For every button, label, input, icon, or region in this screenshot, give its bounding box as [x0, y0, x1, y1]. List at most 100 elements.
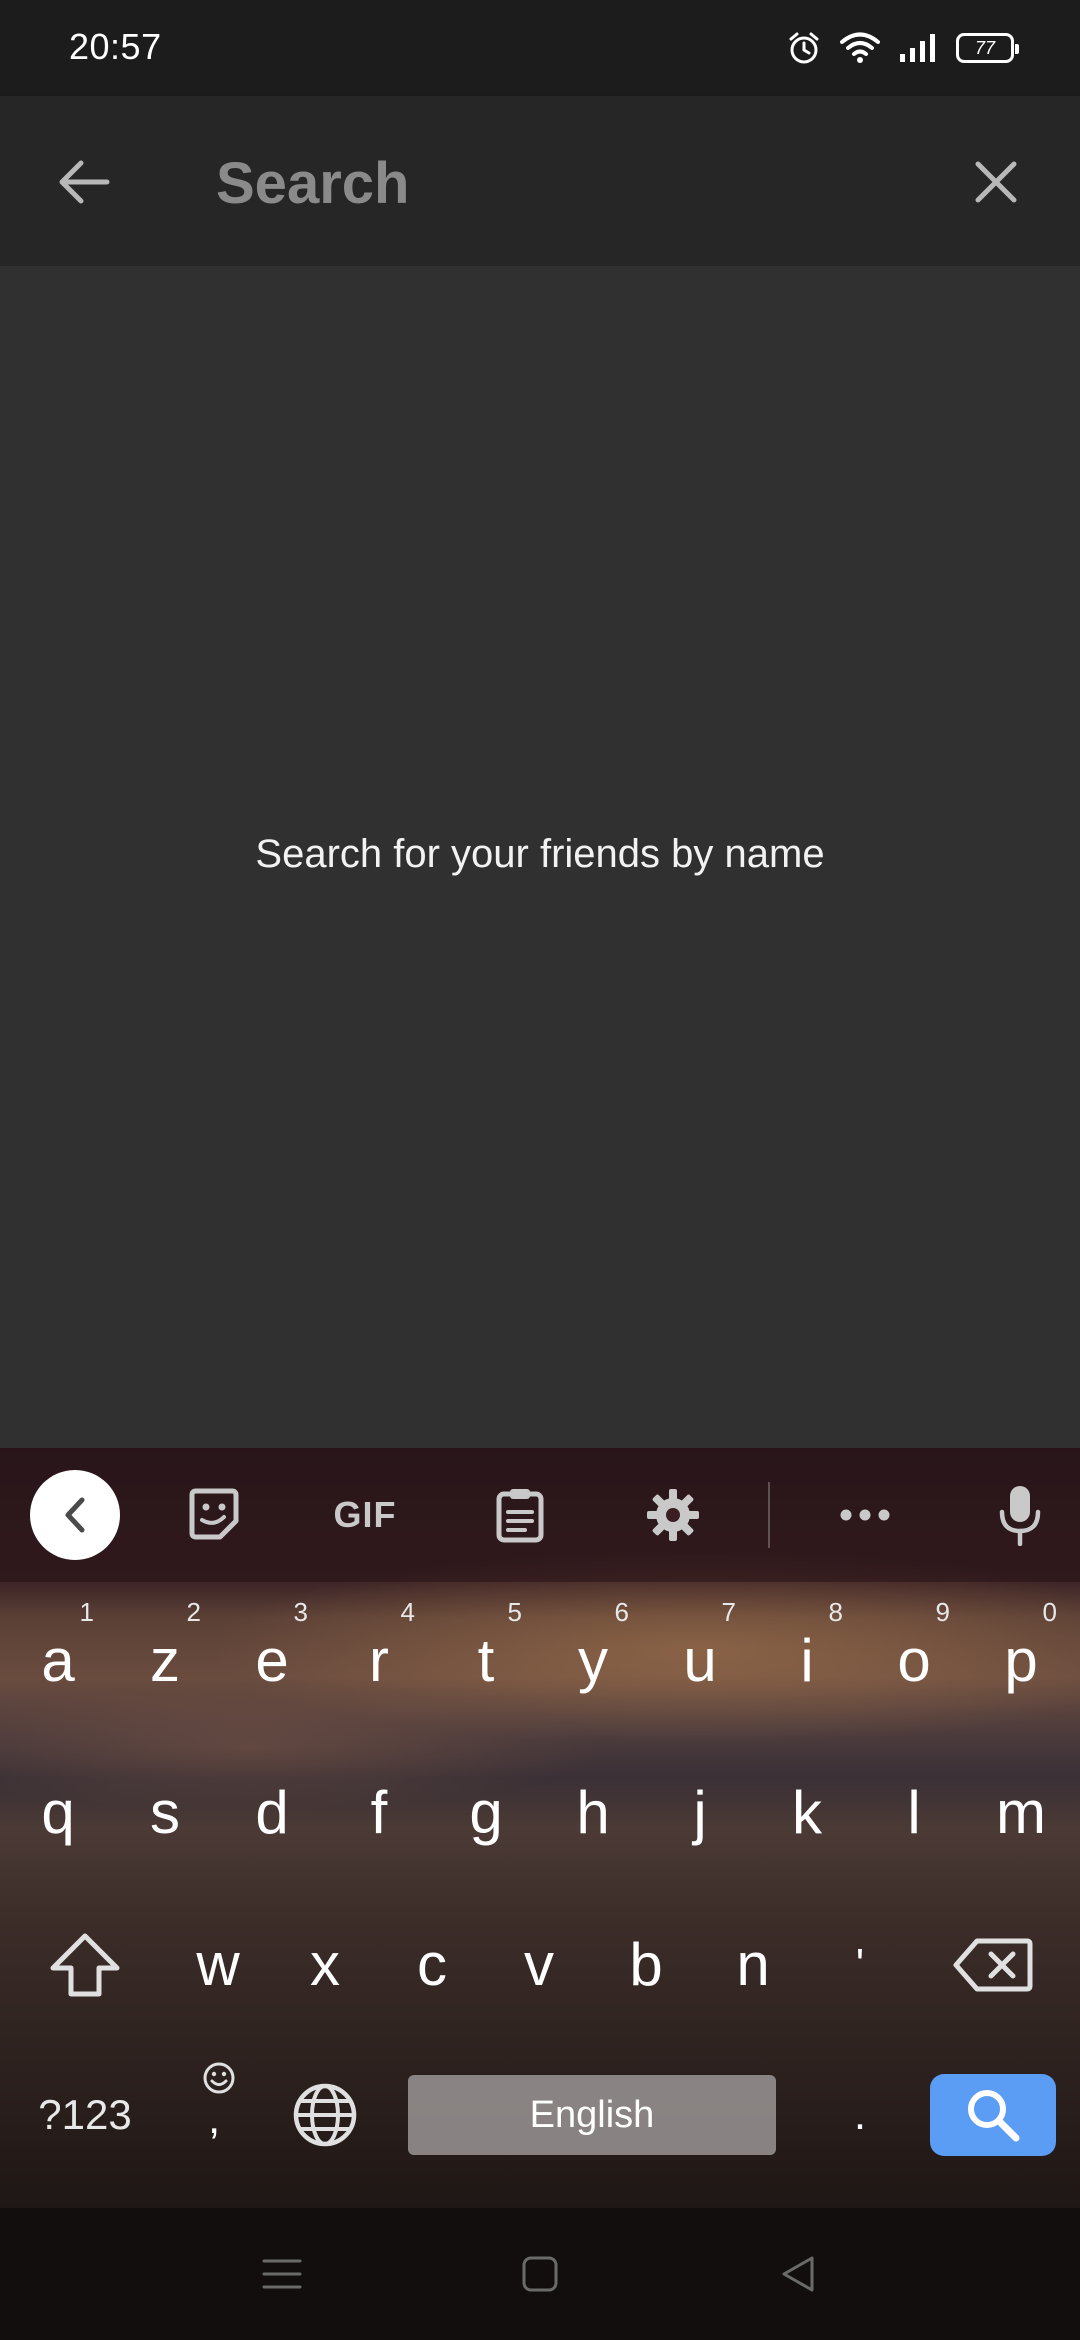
key-label: x	[310, 1931, 340, 1998]
key-label: p	[1004, 1627, 1038, 1694]
system-back-button[interactable]	[762, 2238, 834, 2310]
key-hint: 0	[1042, 1597, 1057, 1627]
keyboard-collapse-button[interactable]	[30, 1470, 120, 1560]
backspace-key[interactable]	[930, 1895, 1056, 2035]
key-d[interactable]: d	[222, 1743, 322, 1883]
key-v[interactable]: v	[489, 1895, 589, 2035]
key-label: n	[736, 1931, 770, 1998]
key-label: b	[629, 1931, 663, 1998]
language-key[interactable]	[275, 2045, 375, 2185]
key-hint: 2	[186, 1597, 201, 1627]
globe-icon	[293, 2083, 357, 2147]
key-hint: 3	[293, 1597, 308, 1627]
key-s[interactable]: s	[115, 1743, 215, 1883]
more-button[interactable]	[820, 1470, 910, 1560]
menu-icon	[262, 2259, 302, 2289]
key-hint: 7	[721, 1597, 736, 1627]
shift-icon	[50, 1933, 120, 1997]
key-g[interactable]: g	[436, 1743, 536, 1883]
key-label: z	[150, 1627, 180, 1694]
key-b[interactable]: b	[596, 1895, 696, 2035]
key-m[interactable]: m	[971, 1743, 1071, 1883]
key-i[interactable]: 8i	[757, 1591, 857, 1731]
gif-button[interactable]: GIF	[320, 1470, 410, 1560]
key-hint: 5	[507, 1597, 522, 1627]
key-label: r	[369, 1627, 389, 1694]
key-label: d	[255, 1779, 289, 1846]
key-label: m	[996, 1779, 1046, 1846]
key-hint: 6	[614, 1597, 629, 1627]
key-a[interactable]: 1a	[8, 1591, 108, 1731]
key-z[interactable]: 2z	[115, 1591, 215, 1731]
battery-icon: 77	[956, 33, 1019, 63]
key-label: k	[792, 1779, 822, 1846]
back-button[interactable]	[42, 140, 126, 224]
voice-input-button[interactable]	[975, 1470, 1065, 1560]
key-r[interactable]: 4r	[329, 1591, 429, 1731]
key-x[interactable]: x	[275, 1895, 375, 2035]
period-key[interactable]: .	[810, 2045, 910, 2185]
keyboard: GIF 1 a 2 z 3 e 4 r 5 t 6 y 7 u 8 i 9 o …	[0, 1448, 1080, 2208]
shift-key[interactable]	[20, 1895, 150, 2035]
key-label: f	[370, 1779, 388, 1846]
key-y[interactable]: 6y	[543, 1591, 643, 1731]
key-label: q	[41, 1779, 75, 1846]
clipboard-icon	[496, 1489, 544, 1543]
arrow-left-icon	[59, 160, 110, 204]
key-w[interactable]: w	[168, 1895, 268, 2035]
emoji-comma-key[interactable]: ,	[168, 2045, 268, 2185]
key-label: g	[469, 1779, 503, 1846]
key-hint: 4	[400, 1597, 415, 1627]
mic-icon	[999, 1486, 1041, 1546]
sticker-icon	[189, 1488, 239, 1540]
search-action-key[interactable]	[930, 2074, 1056, 2156]
status-time: 20:57	[69, 26, 162, 67]
back-icon	[782, 2256, 814, 2292]
empty-state-hint: Search for your friends by name	[255, 832, 825, 876]
battery-level: 77	[974, 38, 996, 58]
more-icon	[840, 1509, 890, 1521]
key-label: e	[255, 1627, 289, 1694]
key-l[interactable]: l	[864, 1743, 964, 1883]
key-o[interactable]: 9o	[864, 1591, 964, 1731]
key-j[interactable]: j	[650, 1743, 750, 1883]
toolbar-divider	[768, 1482, 770, 1548]
key-q[interactable]: q	[8, 1743, 108, 1883]
alarm-icon	[789, 32, 819, 64]
gif-label: GIF	[333, 1494, 397, 1535]
key-f[interactable]: f	[329, 1743, 429, 1883]
emoji-icon	[203, 2062, 235, 2094]
search-app-bar	[0, 96, 1080, 266]
key-label: y	[578, 1627, 608, 1694]
symbols-key[interactable]: ?123	[20, 2045, 150, 2185]
key-hint: 8	[828, 1597, 843, 1627]
space-key[interactable]: English	[408, 2075, 776, 2155]
key-label: i	[800, 1627, 814, 1694]
gear-icon	[647, 1489, 699, 1541]
search-input[interactable]	[216, 138, 956, 228]
key-p[interactable]: 0p	[971, 1591, 1071, 1731]
search-results-area: Search for your friends by name	[0, 266, 1080, 1448]
key-u[interactable]: 7u	[650, 1591, 750, 1731]
key-n[interactable]: n	[703, 1895, 803, 2035]
key-t[interactable]: 5t	[436, 1591, 536, 1731]
key-label: a	[41, 1627, 75, 1694]
recents-button[interactable]	[246, 2238, 318, 2310]
chevron-left-icon	[65, 1497, 85, 1533]
keyboard-settings-button[interactable]	[628, 1470, 718, 1560]
key-e[interactable]: 3e	[222, 1591, 322, 1731]
close-icon	[975, 161, 1017, 203]
key-h[interactable]: h	[543, 1743, 643, 1883]
key-hint: 9	[935, 1597, 950, 1627]
key-c[interactable]: c	[382, 1895, 482, 2035]
key-label: ,	[208, 2094, 221, 2143]
clipboard-button[interactable]	[475, 1470, 565, 1560]
sticker-button[interactable]	[169, 1470, 259, 1560]
wifi-icon	[840, 32, 880, 63]
key-k[interactable]: k	[757, 1743, 857, 1883]
key-label: '	[855, 1940, 865, 1989]
key-apostrophe[interactable]: '	[810, 1895, 910, 2035]
clear-search-button[interactable]	[954, 140, 1038, 224]
key-label: h	[576, 1779, 610, 1846]
home-button[interactable]	[504, 2238, 576, 2310]
